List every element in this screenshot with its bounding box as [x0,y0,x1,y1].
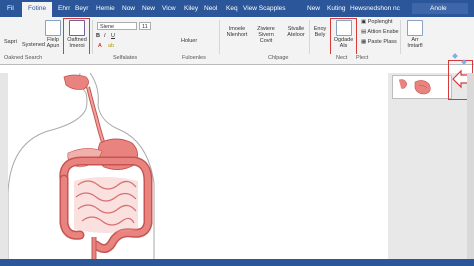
tab-neol[interactable]: Neol [204,4,217,13]
ziwiere-sivern-button[interactable]: Ziwiere Sivern Covit [251,26,281,44]
insert-icon [407,20,423,36]
font-size-dropdown[interactable]: 11 [139,22,151,30]
left-margin [0,73,8,259]
sapri-button[interactable]: Sapri [4,39,17,45]
tab-anole[interactable]: Anole [430,4,447,13]
systened-button[interactable]: Systened [22,42,45,48]
holuer-button[interactable]: Holuer [181,38,197,44]
font-name-dropdown[interactable]: Siene [97,22,137,30]
tab-beyr[interactable]: Beyr [75,4,88,13]
help-apun-button[interactable]: Flelp Apun [44,20,62,49]
vertical-scrollbar[interactable] [467,73,474,259]
tab-now[interactable]: Now [122,4,135,13]
ribbon-group-labels: Oakned Search Selfalates Fuloenles Chlpa… [0,54,474,65]
group-label-plect: Plect [356,55,369,61]
stvalle-ateloor-button[interactable]: Stvalle Ateloor [283,26,309,38]
right-panel [388,60,474,259]
imoele-nlenhort-button[interactable]: Imoele Nlenhort [224,26,250,38]
status-bar [0,259,474,266]
attion-ensbe-label: Attion Ensbe [367,29,399,35]
highlight-box-ogdade [330,18,357,56]
group-label-nect: Nect [336,55,348,61]
help-apun-line2: Apun [46,43,60,49]
group-label-search: Oakned Search [4,55,43,61]
font-color-icon[interactable]: A [98,43,102,49]
group-label-chlpage: Chlpage [268,55,289,61]
ziwiere-line2: Covit [259,38,273,44]
italic-button[interactable]: I [104,33,106,39]
tab-home[interactable]: Fotine [22,2,53,17]
group-label-fuloenles: Fuloenles [182,55,206,61]
tab-kuting[interactable]: Kuting [327,4,345,13]
tab-file[interactable]: Fil [7,4,14,13]
enoy-line2: Bely [314,32,326,38]
group-label-selfalates: Selfalates [113,55,138,61]
tab-new[interactable]: New [142,4,155,13]
document-page[interactable] [7,72,388,259]
arr-imtarfl-button[interactable]: Arr Imtarfl [405,20,425,49]
arr-line2: Imtarfl [407,43,423,49]
tab-view[interactable]: Vicw [162,4,176,13]
thumbnail-preview[interactable] [392,75,452,99]
stvalle-line2: Ateloor [287,32,305,38]
highlight-box-format [63,18,90,56]
tab-keq[interactable]: Keq [226,4,238,13]
underline-button[interactable]: U [111,33,115,39]
tab-hewsnedshon[interactable]: Hewsnedshon nc [350,4,400,13]
ziwiere-line1: Ziwiere Sivern [257,26,275,38]
digestive-system-illustration[interactable] [7,72,388,259]
attion-ensbe-item[interactable]: ▤ Attion Ensbe [361,29,399,35]
paste-plass-label: Paste Plass [367,39,397,45]
thumbnail-organ-icon [398,79,431,95]
document-icon [45,20,61,36]
tab-new-2[interactable]: New [307,4,320,13]
tab-view-scapples[interactable]: View Scapples [243,4,286,13]
bold-button[interactable]: B [96,33,100,39]
paste-plass-item[interactable]: ▦ Paste Plass [361,39,397,45]
account-area[interactable]: Anole [412,3,468,14]
enoy-bely-button[interactable]: Enoy Bely [311,26,329,38]
poplenght-label: Poplenght [367,19,393,25]
highlight-color-icon[interactable]: ab [108,43,114,49]
imoele-line2: Nlenhort [226,32,248,38]
tab-hemie[interactable]: Hemie [96,4,115,13]
tab-kiley[interactable]: Kiley [184,4,198,13]
tab-ehrr[interactable]: Ehrr [58,4,70,13]
ribbon-tab-bar: Fil Fotine Ehrr Beyr Hemie Now New Vicw … [0,0,474,17]
poplenght-item[interactable]: ▣ Poplenght [361,19,393,25]
